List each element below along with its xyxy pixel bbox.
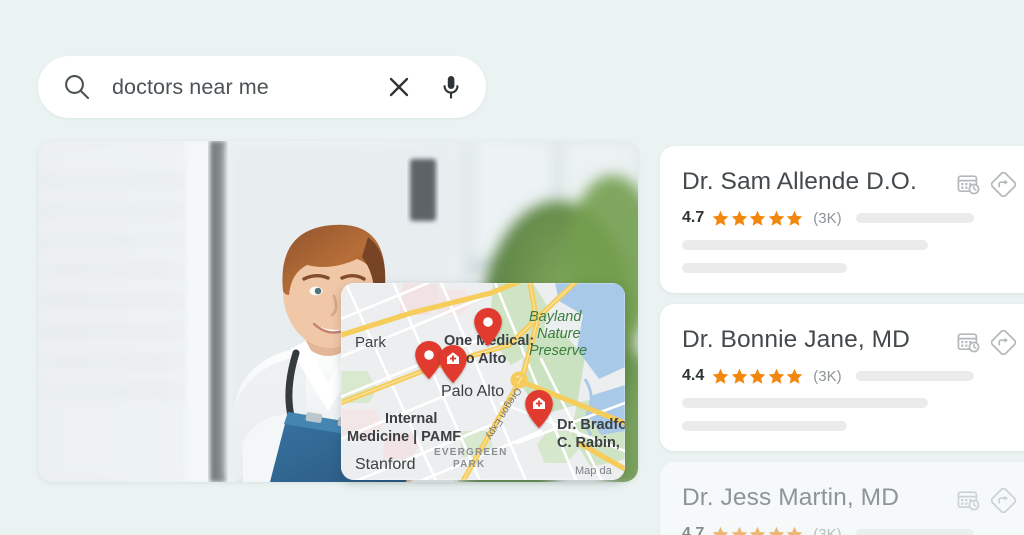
doctor-result-card[interactable]: Dr. Bonnie Jane, MD 4.4 (3K) (660, 304, 1024, 451)
map-label: Nature (537, 326, 581, 342)
microphone-icon[interactable] (438, 72, 464, 102)
doctor-result-card[interactable]: Dr. Sam Allende D.O. 4.7 (3K) (660, 146, 1024, 293)
map-label: Map da (575, 465, 613, 477)
card-actions (957, 171, 1017, 202)
review-count: (3K) (813, 525, 842, 535)
map-label: Medicine | PAMF (347, 429, 461, 445)
placeholder-bar (682, 398, 928, 408)
star-icon (786, 368, 803, 385)
star-icon (749, 368, 766, 385)
rating-value: 4.7 (682, 209, 705, 226)
rating-row: 4.4 (3K) (682, 367, 1024, 385)
placeholder-bar (682, 421, 847, 431)
map-label: C. Rabin, (557, 435, 620, 451)
search-icon (62, 72, 92, 102)
map-label: Internal (385, 411, 437, 427)
card-actions (957, 487, 1017, 518)
review-count: (3K) (813, 209, 842, 227)
map-label: Palo Alto (441, 383, 504, 400)
placeholder-bar (682, 263, 847, 273)
star-icon (731, 526, 748, 535)
star-rating (712, 526, 803, 535)
rating-value: 4.7 (682, 525, 705, 535)
placeholder-bar (682, 240, 928, 250)
star-rating (712, 368, 803, 385)
rating-value: 4.4 (682, 367, 705, 384)
star-icon (768, 526, 785, 535)
review-count: (3K) (813, 367, 842, 385)
map-label: Dr. Bradfo (557, 417, 625, 433)
rating-row: 4.7 (3K) (682, 525, 1024, 535)
star-icon (786, 210, 803, 227)
calendar-clock-icon[interactable] (957, 173, 980, 201)
directions-arrow-icon[interactable] (990, 329, 1017, 360)
map-label: PARK (453, 459, 485, 470)
search-bar[interactable]: doctors near me (38, 56, 486, 118)
star-icon (768, 368, 785, 385)
star-rating (712, 210, 803, 227)
star-icon (768, 210, 785, 227)
star-icon (786, 526, 803, 535)
map-label: Bayland (529, 309, 582, 325)
calendar-clock-icon[interactable] (957, 331, 980, 359)
close-icon[interactable] (384, 72, 414, 102)
placeholder-bar (855, 213, 974, 223)
star-icon (749, 210, 766, 227)
calendar-clock-icon[interactable] (957, 489, 980, 517)
map-label: Stanford (355, 456, 415, 473)
rating-row: 4.7 (3K) (682, 209, 1024, 227)
star-icon (712, 526, 729, 535)
star-icon (731, 210, 748, 227)
star-icon (749, 526, 766, 535)
directions-arrow-icon[interactable] (990, 171, 1017, 202)
page-root: doctors near me Oregon Expy Park One Med… (0, 0, 1024, 535)
map-label: Preserve (529, 343, 587, 359)
directions-arrow-icon[interactable] (990, 487, 1017, 518)
star-icon (712, 368, 729, 385)
star-icon (731, 368, 748, 385)
map-label: Park (355, 334, 386, 351)
map-card[interactable]: Oregon Expy Park One Medical: Palo Alto Pal… (341, 283, 625, 480)
star-icon (712, 210, 729, 227)
card-actions (957, 329, 1017, 360)
doctor-result-card[interactable]: Dr. Jess Martin, MD 4.7 (3K) (660, 462, 1024, 535)
placeholder-bar (855, 371, 974, 381)
map-label: EVERGREEN (434, 447, 508, 458)
placeholder-bar (855, 529, 974, 535)
search-input[interactable]: doctors near me (112, 75, 370, 100)
